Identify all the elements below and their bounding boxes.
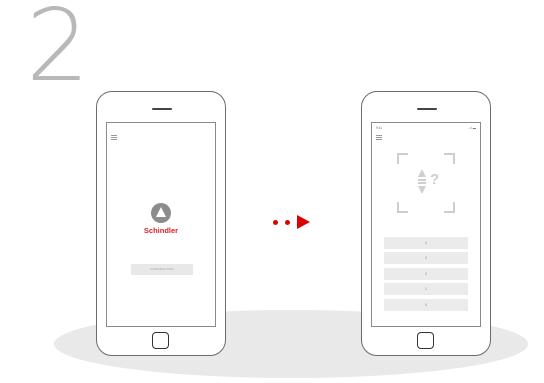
floor-button[interactable]: 0: [384, 298, 468, 311]
question-icon: ?: [430, 171, 440, 188]
phone-screen-welcome: Schindler INTRODUCTION: [106, 122, 216, 327]
scan-frame: ?: [397, 153, 455, 213]
frame-corner: [397, 202, 408, 213]
floor-button[interactable]: 2: [384, 267, 468, 280]
status-time: 9:41: [376, 126, 383, 130]
status-bar: 9:41 …≡ ▬: [372, 126, 480, 131]
intro-button[interactable]: INTRODUCTION: [131, 264, 193, 275]
phone-right: 9:41 …≡ ▬ ? 3 2 2 1 0: [361, 91, 491, 356]
status-icons: …≡ ▬: [466, 126, 476, 130]
step-number: 2: [26, 0, 90, 104]
transition-arrow: [269, 214, 319, 230]
floor-button[interactable]: 1: [384, 283, 468, 296]
next-arrow-icon: [297, 215, 310, 229]
speaker: [152, 108, 172, 110]
arrow-dot: [285, 220, 290, 225]
floor-list: 3 2 2 1 0: [384, 237, 468, 314]
frame-corner: [444, 202, 455, 213]
home-button[interactable]: [417, 332, 434, 349]
arrow-dot: [273, 220, 278, 225]
frame-corner: [444, 153, 455, 164]
logo-text: Schindler: [143, 226, 179, 235]
updown-arrows-icon: [416, 167, 430, 197]
home-button[interactable]: [152, 332, 169, 349]
menu-icon[interactable]: [111, 135, 117, 140]
phone-screen-floor-select: 9:41 …≡ ▬ ? 3 2 2 1 0: [371, 122, 481, 327]
frame-corner: [397, 153, 408, 164]
floor-button[interactable]: 2: [384, 252, 468, 265]
schindler-logo-icon: [151, 203, 171, 223]
speaker: [417, 108, 437, 110]
menu-icon[interactable]: [376, 135, 382, 140]
phone-left: Schindler INTRODUCTION: [96, 91, 226, 356]
schindler-logo: Schindler: [107, 203, 215, 235]
floor-button[interactable]: 3: [384, 237, 468, 249]
